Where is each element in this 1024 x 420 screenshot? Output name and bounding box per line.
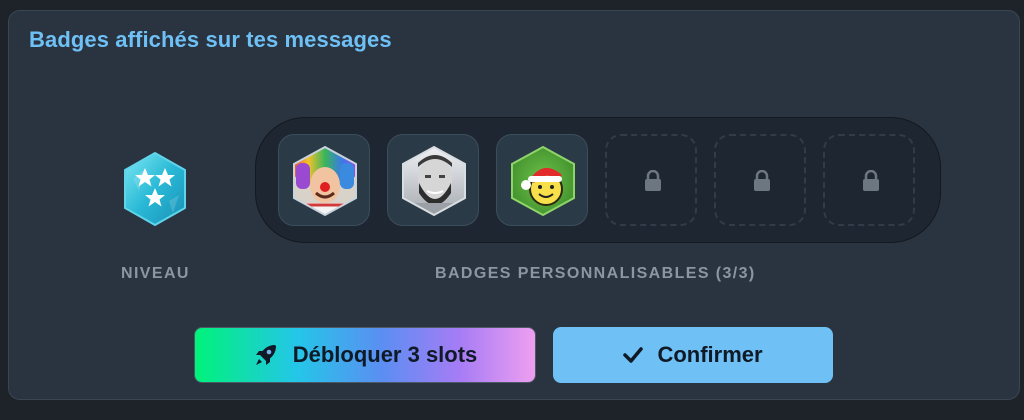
badges-panel: Badges affichés sur tes messages NIVEAU (8, 10, 1020, 400)
level-label: NIVEAU (121, 265, 190, 282)
level-badge (121, 151, 189, 227)
bearded-man-avatar-badge (402, 145, 466, 217)
rocket-icon (253, 342, 279, 368)
badge-slot-1[interactable] (278, 134, 370, 226)
lock-icon (645, 170, 661, 191)
custom-badges-label: BADGES PERSONNALISABLES (3/3) (435, 265, 756, 282)
confirm-button[interactable]: Confirmer (553, 327, 833, 383)
lock-icon (863, 170, 879, 191)
check-icon (623, 346, 644, 364)
lock-icon (754, 170, 770, 191)
unlock-slots-label: Débloquer 3 slots (292, 342, 478, 367)
clown-avatar-badge (293, 145, 357, 217)
badge-slot-2[interactable] (387, 134, 479, 226)
unlock-slots-button[interactable]: Débloquer 3 slots (194, 327, 536, 383)
badge-slot-locked-1[interactable] (605, 134, 697, 226)
badge-slot-locked-3[interactable] (823, 134, 915, 226)
panel-title: Badges affichés sur tes messages (29, 27, 392, 52)
badge-slot-locked-2[interactable] (714, 134, 806, 226)
santa-smiley-badge (511, 145, 575, 217)
badge-slot-3[interactable] (496, 134, 588, 226)
three-stars-hexagon-icon (124, 152, 186, 226)
custom-badges-track (255, 117, 941, 243)
confirm-label: Confirmer (657, 342, 763, 367)
